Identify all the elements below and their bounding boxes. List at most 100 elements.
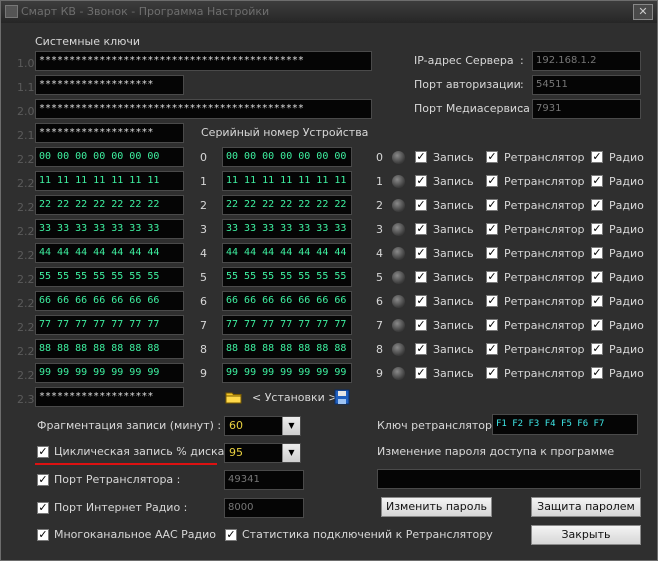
relay-label: Ретранслятор: [504, 223, 585, 236]
radio-checkbox[interactable]: ✓: [591, 295, 603, 307]
left-hex-field[interactable]: 88 88 88 88 88 88 88: [35, 339, 184, 359]
left-hex-field[interactable]: 44 44 44 44 44 44 44: [35, 243, 184, 263]
record-label: Запись: [433, 367, 474, 380]
radio-port-checkbox[interactable]: ✓: [37, 502, 49, 514]
record-checkbox[interactable]: ✓: [415, 223, 427, 235]
radio-checkbox[interactable]: ✓: [591, 223, 603, 235]
save-icon[interactable]: [334, 389, 350, 405]
relay-label: Ретранслятор: [504, 295, 585, 308]
record-checkbox[interactable]: ✓: [415, 151, 427, 163]
auth-port-field[interactable]: 54511: [532, 75, 641, 95]
relay-port-label: Порт Ретранслятора :: [54, 473, 181, 486]
relay-key-field[interactable]: F1 F2 F3 F4 F5 F6 F7: [492, 414, 638, 435]
fragmentation-combo[interactable]: 60 ▼: [224, 416, 301, 436]
stats-checkbox[interactable]: ✓: [225, 529, 237, 541]
channel-led-icon: [392, 199, 405, 212]
record-checkbox[interactable]: ✓: [415, 271, 427, 283]
relay-port-field[interactable]: 49341: [224, 470, 304, 490]
left-hex-field[interactable]: 99 99 99 99 99 99 99: [35, 363, 184, 383]
close-window-button[interactable]: ✕: [633, 4, 653, 20]
radio-checkbox[interactable]: ✓: [591, 175, 603, 187]
relay-checkbox[interactable]: ✓: [486, 295, 498, 307]
serial-number-field[interactable]: 44 44 44 44 44 44 44: [222, 243, 352, 263]
relay-checkbox[interactable]: ✓: [486, 343, 498, 355]
relay-checkbox[interactable]: ✓: [486, 319, 498, 331]
serial-number-field[interactable]: 88 88 88 88 88 88 88: [222, 339, 352, 359]
left-hex-field[interactable]: 11 11 11 11 11 11 11: [35, 171, 184, 191]
radio-port-label: Порт Интернет Радио :: [54, 501, 188, 514]
row-index: 2.2: [17, 345, 35, 358]
ip-field[interactable]: 192.168.1.2: [532, 51, 641, 71]
radio-checkbox[interactable]: ✓: [591, 271, 603, 283]
relay-checkbox[interactable]: ✓: [486, 175, 498, 187]
left-hex-field[interactable]: 00 00 00 00 00 00 00: [35, 147, 184, 167]
app-icon: [5, 5, 18, 18]
channel-number: 6: [376, 295, 383, 308]
serial-number-field[interactable]: 77 77 77 77 77 77 77: [222, 315, 352, 335]
record-checkbox[interactable]: ✓: [415, 247, 427, 259]
row-index: 2.2: [17, 225, 35, 238]
relay-checkbox[interactable]: ✓: [486, 367, 498, 379]
chevron-down-icon[interactable]: ▼: [282, 444, 300, 462]
left-hex-field[interactable]: 33 33 33 33 33 33 33: [35, 219, 184, 239]
record-checkbox[interactable]: ✓: [415, 319, 427, 331]
radio-label: Радио: [609, 295, 644, 308]
radio-port-field[interactable]: 8000: [224, 498, 304, 518]
serial-number-field[interactable]: 22 22 22 22 22 22 22: [222, 195, 352, 215]
system-key-field[interactable]: *******************: [35, 123, 184, 143]
device-number: 6: [200, 295, 207, 308]
channel-number: 2: [376, 199, 383, 212]
record-checkbox[interactable]: ✓: [415, 199, 427, 211]
radio-label: Радио: [609, 367, 644, 380]
change-password-button[interactable]: Изменить пароль: [381, 497, 492, 517]
serial-number-field[interactable]: 33 33 33 33 33 33 33: [222, 219, 352, 239]
system-key-field[interactable]: ****************************************…: [35, 51, 372, 71]
left-hex-field[interactable]: 55 55 55 55 55 55 55: [35, 267, 184, 287]
folder-icon[interactable]: [225, 389, 242, 404]
radio-checkbox[interactable]: ✓: [591, 343, 603, 355]
serial-number-field[interactable]: 00 00 00 00 00 00 00: [222, 147, 352, 167]
serial-number-field[interactable]: 99 99 99 99 99 99 99: [222, 363, 352, 383]
relay-port-checkbox[interactable]: ✓: [37, 474, 49, 486]
system-key-field[interactable]: *******************: [35, 387, 184, 407]
cyclic-combo[interactable]: 95 ▼: [224, 443, 301, 463]
record-checkbox[interactable]: ✓: [415, 367, 427, 379]
ip-colon: :: [520, 54, 524, 67]
record-checkbox[interactable]: ✓: [415, 343, 427, 355]
relay-checkbox[interactable]: ✓: [486, 223, 498, 235]
chevron-down-icon[interactable]: ▼: [282, 417, 300, 435]
serial-number-field[interactable]: 66 66 66 66 66 66 66: [222, 291, 352, 311]
radio-checkbox[interactable]: ✓: [591, 367, 603, 379]
cyclic-checkbox[interactable]: ✓: [37, 446, 49, 458]
aac-checkbox[interactable]: ✓: [37, 529, 49, 541]
protect-password-button[interactable]: Защита паролем: [531, 497, 641, 517]
channel-led-icon: [392, 175, 405, 188]
relay-checkbox[interactable]: ✓: [486, 199, 498, 211]
key-index: 1.1: [17, 81, 35, 94]
device-number: 3: [200, 223, 207, 236]
radio-checkbox[interactable]: ✓: [591, 247, 603, 259]
key-index: 1.0: [17, 57, 35, 70]
relay-checkbox[interactable]: ✓: [486, 247, 498, 259]
password-field[interactable]: [377, 469, 641, 489]
relay-checkbox[interactable]: ✓: [486, 151, 498, 163]
device-serial-label: Серийный номер Устройства: [201, 126, 369, 139]
close-button[interactable]: Закрыть: [531, 525, 641, 545]
media-port-field[interactable]: 7931: [532, 99, 641, 119]
left-hex-field[interactable]: 22 22 22 22 22 22 22: [35, 195, 184, 215]
record-checkbox[interactable]: ✓: [415, 295, 427, 307]
key-index: 2.1: [17, 129, 35, 142]
radio-checkbox[interactable]: ✓: [591, 199, 603, 211]
left-hex-field[interactable]: 77 77 77 77 77 77 77: [35, 315, 184, 335]
system-key-field[interactable]: *******************: [35, 75, 184, 95]
record-checkbox[interactable]: ✓: [415, 175, 427, 187]
radio-label: Радио: [609, 151, 644, 164]
relay-checkbox[interactable]: ✓: [486, 271, 498, 283]
left-hex-field[interactable]: 66 66 66 66 66 66 66: [35, 291, 184, 311]
title-bar[interactable]: Смарт КВ - Звонок - Программа Настройки …: [1, 1, 657, 23]
system-key-field[interactable]: ****************************************…: [35, 99, 372, 119]
radio-checkbox[interactable]: ✓: [591, 151, 603, 163]
serial-number-field[interactable]: 11 11 11 11 11 11 11: [222, 171, 352, 191]
serial-number-field[interactable]: 55 55 55 55 55 55 55: [222, 267, 352, 287]
radio-checkbox[interactable]: ✓: [591, 319, 603, 331]
